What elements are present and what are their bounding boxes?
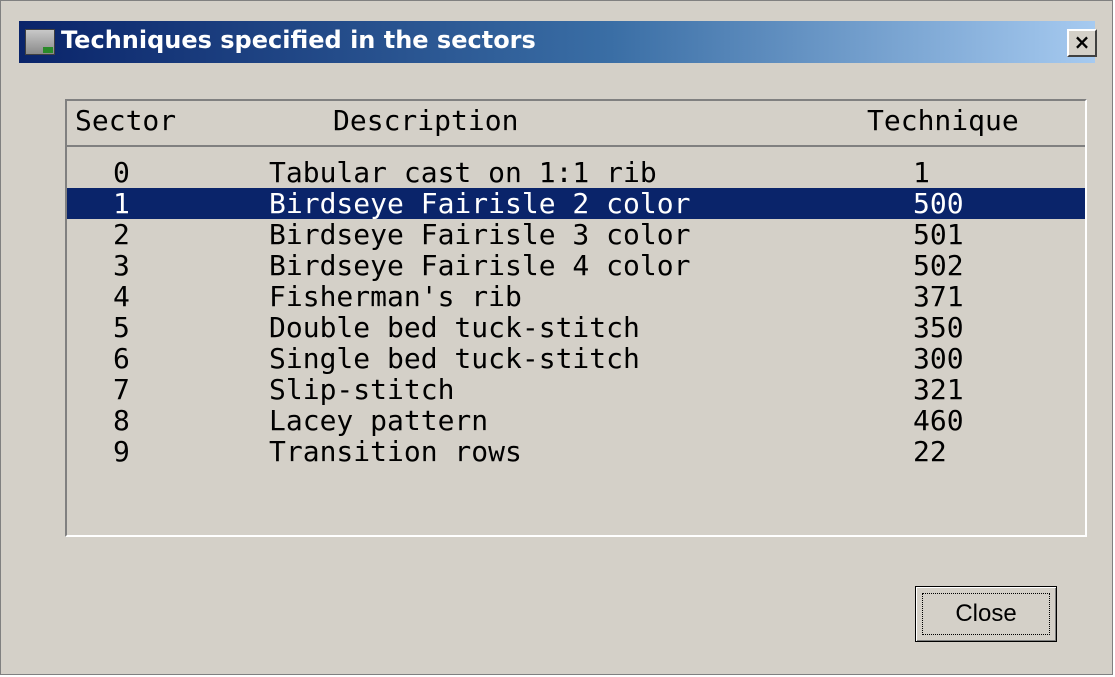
cell-technique: 1: [913, 156, 930, 189]
dialog-title: Techniques specified in the sectors: [61, 26, 536, 54]
cell-sector: 7: [113, 373, 130, 406]
cell-technique: 500: [913, 187, 964, 220]
cell-sector: 0: [113, 156, 130, 189]
table-row[interactable]: 6 Single bed tuck-stitch 300: [67, 343, 1085, 374]
cell-technique: 321: [913, 373, 964, 406]
cell-sector: 9: [113, 435, 130, 468]
cell-sector: 2: [113, 218, 130, 251]
cell-description: Birdseye Fairisle 4 color: [269, 249, 691, 282]
table-row[interactable]: 7 Slip-stitch 321: [67, 374, 1085, 405]
sector-list[interactable]: Sector Description Technique 0 Tabular c…: [65, 99, 1087, 537]
app-icon: [25, 29, 55, 55]
cell-description: Tabular cast on 1:1 rib: [269, 156, 657, 189]
list-header: Sector Description Technique: [67, 101, 1085, 147]
table-row[interactable]: 9 Transition rows 22: [67, 436, 1085, 467]
cell-technique: 501: [913, 218, 964, 251]
table-row[interactable]: 2 Birdseye Fairisle 3 color 501: [67, 219, 1085, 250]
table-row[interactable]: 0 Tabular cast on 1:1 rib 1: [67, 157, 1085, 188]
cell-sector: 5: [113, 311, 130, 344]
cell-description: Single bed tuck-stitch: [269, 342, 640, 375]
cell-technique: 300: [913, 342, 964, 375]
header-technique[interactable]: Technique: [867, 104, 1019, 137]
header-description[interactable]: Description: [333, 104, 518, 137]
table-row[interactable]: 5 Double bed tuck-stitch 350: [67, 312, 1085, 343]
cell-description: Birdseye Fairisle 3 color: [269, 218, 691, 251]
cell-description: Double bed tuck-stitch: [269, 311, 640, 344]
cell-technique: 371: [913, 280, 964, 313]
cell-sector: 6: [113, 342, 130, 375]
close-icon[interactable]: ×: [1067, 29, 1097, 57]
cell-technique: 350: [913, 311, 964, 344]
cell-description: Slip-stitch: [269, 373, 455, 406]
header-sector[interactable]: Sector: [75, 104, 176, 137]
dialog-window: Techniques specified in the sectors × Se…: [0, 0, 1113, 675]
title-bar[interactable]: Techniques specified in the sectors: [19, 21, 1095, 63]
table-row[interactable]: 4 Fisherman's rib 371: [67, 281, 1085, 312]
table-row[interactable]: 3 Birdseye Fairisle 4 color 502: [67, 250, 1085, 281]
cell-technique: 460: [913, 404, 964, 437]
cell-sector: 1: [113, 187, 130, 220]
cell-description: Transition rows: [269, 435, 522, 468]
cell-description: Birdseye Fairisle 2 color: [269, 187, 691, 220]
table-row-selected[interactable]: 1 Birdseye Fairisle 2 color 500: [67, 188, 1085, 219]
cell-sector: 3: [113, 249, 130, 282]
close-button[interactable]: Close: [915, 586, 1057, 642]
cell-sector: 4: [113, 280, 130, 313]
cell-description: Lacey pattern: [269, 404, 489, 437]
cell-technique: 502: [913, 249, 964, 282]
cell-sector: 8: [113, 404, 130, 437]
close-button-label: Close: [922, 593, 1050, 635]
table-row[interactable]: 8 Lacey pattern 460: [67, 405, 1085, 436]
cell-technique: 22: [913, 435, 947, 468]
cell-description: Fisherman's rib: [269, 280, 522, 313]
